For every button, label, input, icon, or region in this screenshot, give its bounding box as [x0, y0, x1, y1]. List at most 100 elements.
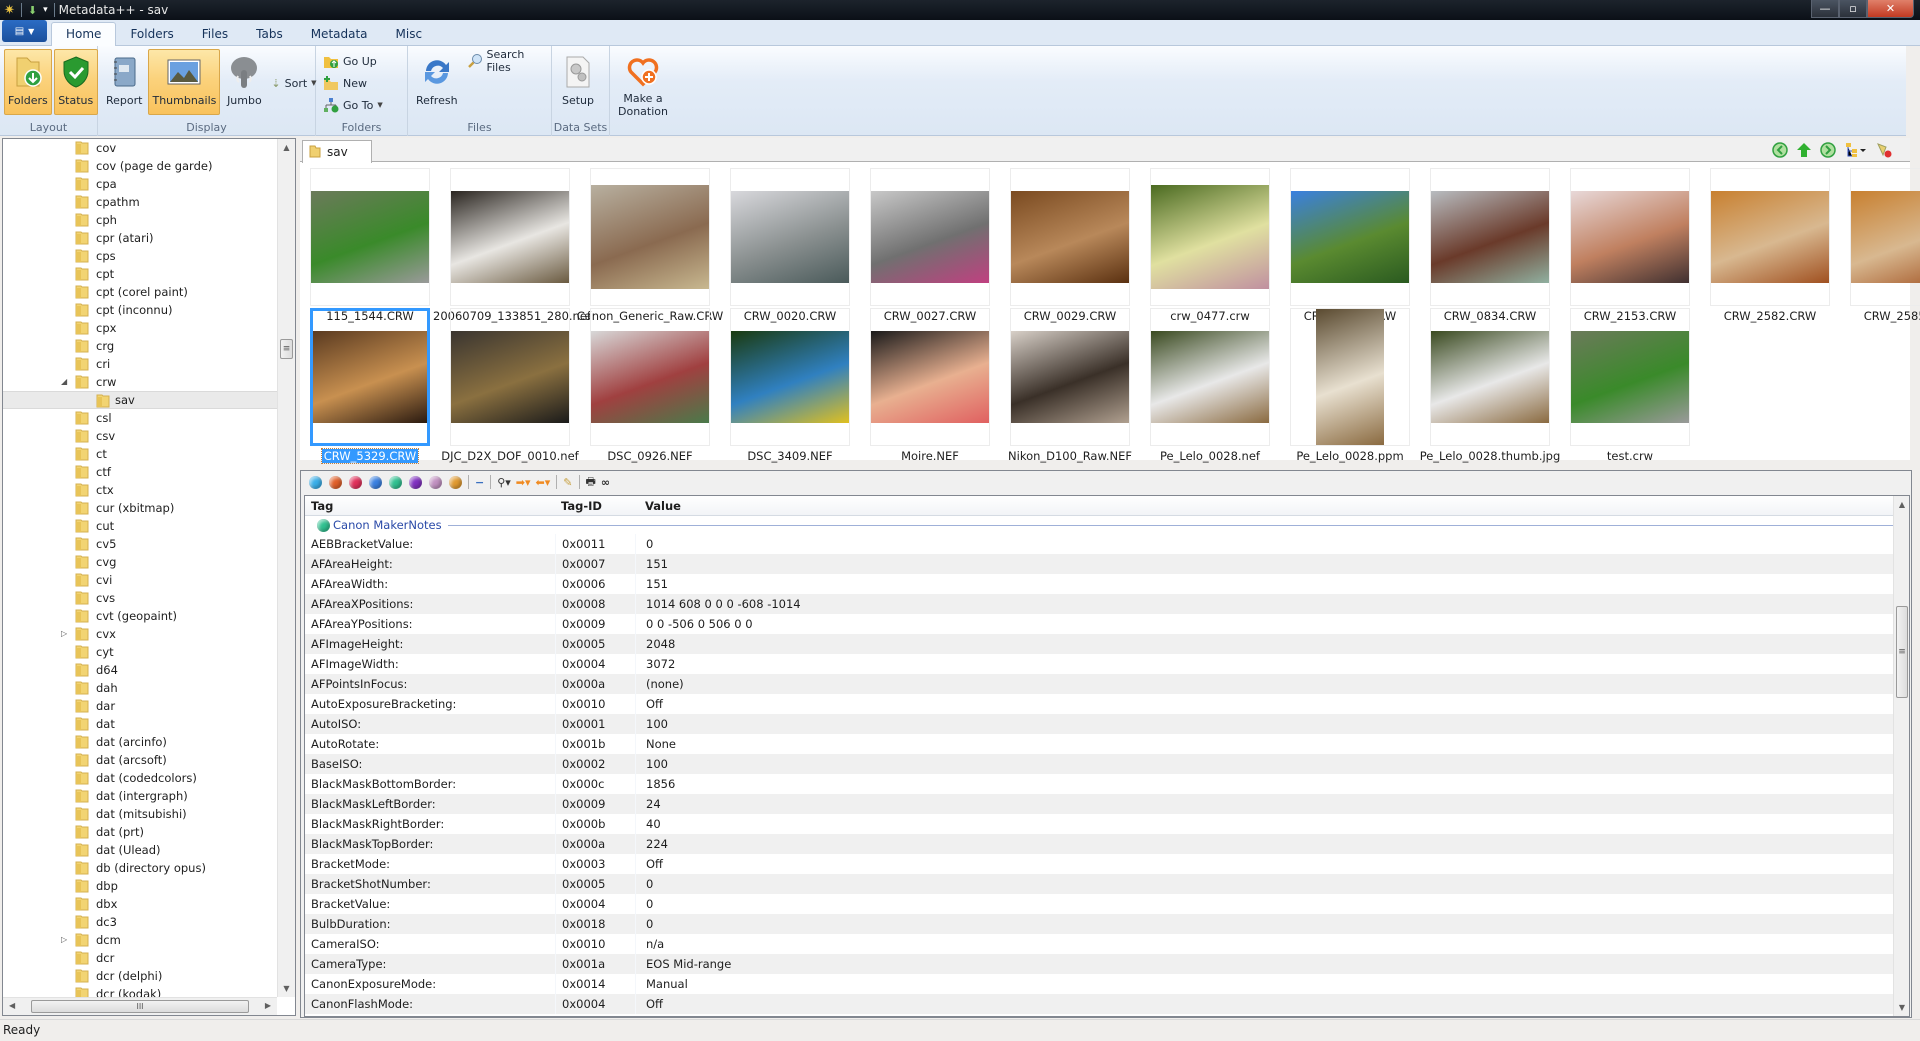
- group-row-canon-makernotes[interactable]: Canon MakerNotes: [305, 516, 1893, 534]
- table-row[interactable]: CanonExposureMode: 0x0014 Manual: [305, 974, 1893, 994]
- tree-item[interactable]: dat (Ulead): [3, 841, 277, 859]
- table-row[interactable]: BaseISO: 0x0002 100: [305, 754, 1893, 774]
- column-header-tag-id[interactable]: Tag-ID: [555, 496, 635, 516]
- scroll-down-arrow[interactable]: ▼: [278, 980, 295, 997]
- table-row[interactable]: BlackMaskLeftBorder: 0x0009 24: [305, 794, 1893, 814]
- tree-item[interactable]: csv: [3, 427, 277, 445]
- scroll-up-arrow[interactable]: ▲: [1894, 496, 1909, 513]
- tree-item[interactable]: csl: [3, 409, 277, 427]
- scroll-thumb[interactable]: ≡: [280, 339, 293, 359]
- thumbnail-item[interactable]: Pe_Lelo_0028.nef: [1149, 308, 1289, 463]
- tree-item[interactable]: ▷ dcm: [3, 931, 277, 949]
- thumbnail-item[interactable]: DJC_D2X_DOF_0010.nef: [441, 308, 589, 463]
- tree-item[interactable]: ct: [3, 445, 277, 463]
- tab-metadata[interactable]: Metadata: [297, 23, 382, 45]
- tree-item[interactable]: cvs: [3, 589, 277, 607]
- print-icon[interactable]: 🖶: [586, 473, 596, 492]
- tab-folders[interactable]: Folders: [116, 23, 187, 45]
- thumbnail-item[interactable]: CRW_0834.CRW: [1429, 168, 1569, 323]
- arrow-left-icon[interactable]: ⬅▾: [536, 476, 551, 489]
- table-row[interactable]: AEBBracketValue: 0x0011 0: [305, 534, 1893, 554]
- up-arrow-icon[interactable]: [1796, 142, 1812, 158]
- tab-home[interactable]: Home: [51, 22, 117, 46]
- color-ball-button[interactable]: [349, 475, 362, 489]
- collapsed-arrow-icon[interactable]: ▷: [61, 625, 71, 643]
- table-row[interactable]: AFImageWidth: 0x0004 3072: [305, 654, 1893, 674]
- new-folder-button[interactable]: New: [320, 73, 386, 93]
- thumbnail-item[interactable]: CRW_2582.CRW: [1709, 168, 1849, 323]
- thumbnail-item[interactable]: CRW_0020.CRW: [729, 168, 869, 323]
- collapse-all-button[interactable]: −: [475, 476, 484, 489]
- tree-item[interactable]: ▷ cvx: [3, 625, 277, 643]
- tree-item[interactable]: cpt (corel paint): [3, 283, 277, 301]
- tree-vertical-scrollbar[interactable]: ▲ ≡ ▼: [277, 139, 295, 997]
- table-row[interactable]: AFAreaWidth: 0x0006 151: [305, 574, 1893, 594]
- tree-item[interactable]: dat (codedcolors): [3, 769, 277, 787]
- tab-files[interactable]: Files: [188, 23, 242, 45]
- tree-item[interactable]: dcr (delphi): [3, 967, 277, 985]
- go-up-button[interactable]: Go Up: [320, 51, 386, 71]
- tree-item[interactable]: cph: [3, 211, 277, 229]
- refresh-button[interactable]: Refresh: [412, 49, 462, 115]
- link-icon[interactable]: ∞: [601, 476, 610, 489]
- column-header-tag[interactable]: Tag: [305, 496, 555, 516]
- back-icon[interactable]: [1772, 142, 1788, 158]
- thumbnail-item[interactable]: Moire.NEF: [869, 308, 1009, 463]
- customize-qat-icon[interactable]: ▾: [43, 5, 48, 15]
- tree-item[interactable]: dbp: [3, 877, 277, 895]
- setup-button[interactable]: Setup: [556, 49, 600, 115]
- tree-item[interactable]: cpx: [3, 319, 277, 337]
- color-ball-button[interactable]: [409, 475, 422, 489]
- tree-item[interactable]: cri: [3, 355, 277, 373]
- folders-button[interactable]: Folders: [4, 49, 52, 115]
- tree-item[interactable]: cov: [3, 139, 277, 157]
- tree-item[interactable]: cpa: [3, 175, 277, 193]
- table-vertical-scrollbar[interactable]: ▲ ≡ ▼: [1893, 496, 1909, 1016]
- scroll-up-arrow[interactable]: ▲: [278, 139, 295, 156]
- tree-item[interactable]: ctx: [3, 481, 277, 499]
- table-row[interactable]: CanonFlashMode: 0x0004 Off: [305, 994, 1893, 1014]
- tree-item[interactable]: dat (mitsubishi): [3, 805, 277, 823]
- report-button[interactable]: Report: [102, 49, 146, 115]
- tree-item[interactable]: dat (arcsoft): [3, 751, 277, 769]
- tree-item[interactable]: cvg: [3, 553, 277, 571]
- table-row[interactable]: AFAreaXPositions: 0x0008 1014 608 0 0 0 -6…: [305, 594, 1893, 614]
- table-row[interactable]: BlackMaskTopBorder: 0x000a 224: [305, 834, 1893, 854]
- color-ball-button[interactable]: [309, 475, 322, 489]
- table-row[interactable]: AutoISO: 0x0001 100: [305, 714, 1893, 734]
- tree-item[interactable]: cyt: [3, 643, 277, 661]
- tree-item[interactable]: cvi: [3, 571, 277, 589]
- tree-item[interactable]: dat (prt): [3, 823, 277, 841]
- close-button[interactable]: ✕: [1867, 0, 1914, 18]
- thumbnail-item[interactable]: Pe_Lelo_0028.thumb.jpg: [1420, 308, 1569, 463]
- tree-item[interactable]: cut: [3, 517, 277, 535]
- table-row[interactable]: BracketShotNumber: 0x0005 0: [305, 874, 1893, 894]
- go-to-button[interactable]: Go To ▼: [320, 95, 386, 115]
- table-row[interactable]: AutoRotate: 0x001b None: [305, 734, 1893, 754]
- tree-item[interactable]: dbx: [3, 895, 277, 913]
- thumbnails-button[interactable]: Thumbnails: [148, 49, 221, 115]
- tree-item[interactable]: cpr (atari): [3, 229, 277, 247]
- tree-item[interactable]: dat (arcinfo): [3, 733, 277, 751]
- tree-item[interactable]: dat (intergraph): [3, 787, 277, 805]
- minimize-button[interactable]: —: [1811, 0, 1839, 18]
- thumbnail-item[interactable]: Pe_Lelo_0028.ppm: [1289, 308, 1429, 463]
- table-row[interactable]: CameraISO: 0x0010 n/a: [305, 934, 1893, 954]
- tree-item[interactable]: dar: [3, 697, 277, 715]
- tree-item[interactable]: ctf: [3, 463, 277, 481]
- scroll-thumb[interactable]: ≡: [1896, 606, 1908, 698]
- donate-button[interactable]: Make a Donation: [614, 49, 672, 118]
- tree-item[interactable]: dcr: [3, 949, 277, 967]
- clear-icon[interactable]: ✎: [563, 476, 572, 489]
- tree-item[interactable]: sav: [3, 391, 277, 409]
- thumbnail-item[interactable]: CRW_2585.CRW: [1849, 168, 1920, 323]
- expanded-arrow-icon[interactable]: ◢: [61, 373, 71, 391]
- thumbnail-item[interactable]: CRW_2153.CRW: [1569, 168, 1709, 323]
- search-files-button[interactable]: Search Files: [464, 48, 547, 74]
- tree-view-icon[interactable]: [1844, 142, 1868, 158]
- sort-button[interactable]: ⇣ Sort ▼: [268, 73, 319, 93]
- tree-item[interactable]: cpathm: [3, 193, 277, 211]
- tree-horizontal-scrollbar[interactable]: ◀ III ▶: [3, 997, 277, 1015]
- color-ball-button[interactable]: [389, 475, 402, 489]
- table-row[interactable]: AFPointsInFocus: 0x000a (none): [305, 674, 1893, 694]
